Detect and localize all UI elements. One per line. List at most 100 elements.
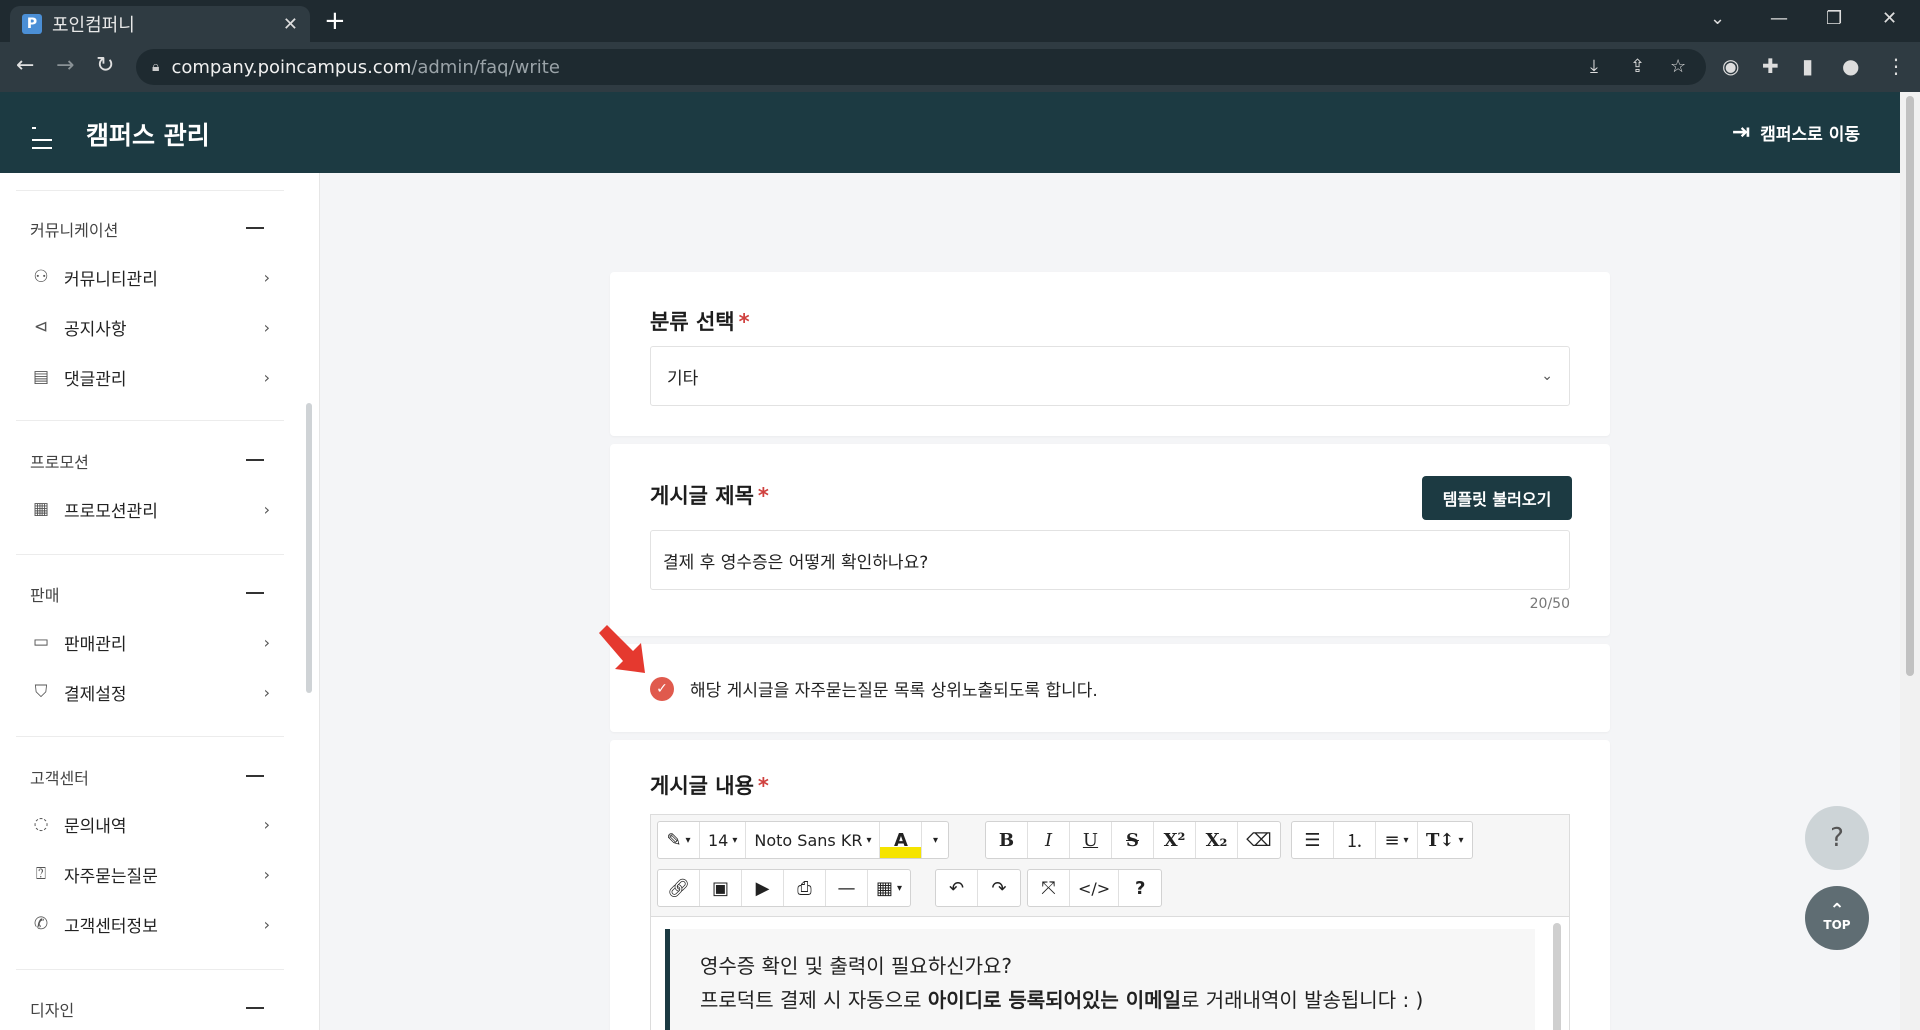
- chevron-right-icon: ›: [263, 367, 270, 387]
- chevron-right-icon: ›: [263, 864, 270, 884]
- collapse-icon[interactable]: [246, 1007, 264, 1009]
- align-button[interactable]: ≡ ▾: [1376, 822, 1418, 858]
- collapse-icon[interactable]: [246, 227, 264, 229]
- fullscreen-button[interactable]: ⤧: [1028, 870, 1070, 906]
- editor-scrollbar[interactable]: [1553, 923, 1561, 1030]
- reload-icon[interactable]: ↻: [96, 54, 114, 78]
- link-icon: 🔗︎: [667, 877, 690, 899]
- new-tab-icon[interactable]: +: [324, 8, 346, 34]
- sidebar-item-label: 판매관리: [64, 634, 127, 655]
- undo-button[interactable]: ↶: [936, 870, 978, 906]
- sidebar-item-community[interactable]: ⚇ 커뮤니티관리 ›: [30, 262, 270, 292]
- load-template-button[interactable]: 템플릿 불러오기: [1422, 476, 1572, 520]
- highlight-dropdown-button[interactable]: ▾: [922, 822, 948, 858]
- help-fab-button[interactable]: ?: [1805, 806, 1869, 870]
- pin-card: ✓ 해당 게시글을 자주묻는질문 목록 상위노출되도록 합니다.: [610, 644, 1610, 732]
- collapse-icon[interactable]: [246, 459, 264, 461]
- close-icon[interactable]: ✕: [283, 14, 298, 35]
- sidebar-scrollbar[interactable]: [306, 403, 312, 693]
- page-scrollbar-thumb[interactable]: [1906, 96, 1914, 676]
- share-icon[interactable]: ⇪: [1630, 49, 1645, 85]
- clear-format-button[interactable]: ⌫: [1238, 822, 1280, 858]
- address-bar[interactable]: 🔒︎ company.poincampus.com/admin/faq/writ…: [136, 49, 1706, 85]
- camera-icon[interactable]: ◉: [1722, 54, 1739, 78]
- magic-style-button[interactable]: ✎ ▾: [658, 822, 700, 858]
- editor-body[interactable]: 영수증 확인 및 출력이 필요하신가요? 프로덕트 결제 시 자동으로 아이디로…: [651, 917, 1569, 1030]
- tab-title: 포인컴퍼니: [52, 15, 135, 36]
- megaphone-icon: ⊲: [33, 317, 49, 337]
- back-icon[interactable]: ←: [16, 54, 34, 78]
- window-close-icon[interactable]: ✕: [1882, 8, 1897, 29]
- browser-tab[interactable]: P 포인컴퍼니 ✕: [10, 6, 310, 42]
- category-select[interactable]: 기타 ⌄: [650, 346, 1570, 406]
- superscript-button[interactable]: X²: [1154, 822, 1196, 858]
- font-size-value: 14: [708, 830, 729, 850]
- table-button[interactable]: ▦ ▾: [868, 870, 910, 906]
- checkbox-checked-icon[interactable]: ✓: [650, 676, 674, 701]
- goto-campus-button[interactable]: ⇥ 캠퍼스로 이동: [1732, 120, 1860, 145]
- install-icon[interactable]: ⤓: [1590, 49, 1598, 85]
- forward-icon[interactable]: →: [56, 54, 74, 78]
- profile-icon[interactable]: ●: [1842, 54, 1859, 78]
- video-button[interactable]: ▶: [742, 870, 784, 906]
- toolbar-group-view: ⤧ </> ?: [1027, 869, 1163, 907]
- undo-icon: ↶: [948, 877, 965, 899]
- italic-button[interactable]: I: [1028, 822, 1070, 858]
- title-card: 게시글 제목 * 템플릿 불러오기 결제 후 영수증은 어떻게 확인하나요? 20…: [610, 444, 1610, 636]
- scroll-top-button[interactable]: ⌃ TOP: [1805, 886, 1869, 950]
- collapse-icon[interactable]: [246, 592, 264, 594]
- sidebar-item-faq[interactable]: ⍰ 자주묻는질문 ›: [30, 859, 270, 889]
- image-button[interactable]: ▣: [700, 870, 742, 906]
- help-icon: ?: [1134, 877, 1146, 899]
- redo-button[interactable]: ↷: [978, 870, 1020, 906]
- tab-search-icon[interactable]: ⌄: [1710, 8, 1725, 29]
- sidepanel-icon[interactable]: ▮: [1802, 54, 1813, 78]
- body-text: 프로덕트 결제 시 자동으로: [700, 988, 928, 1012]
- sidebar-divider: [16, 554, 284, 555]
- highlight-icon: A: [894, 829, 908, 851]
- sidebar-item-sales[interactable]: ▭ 판매관리 ›: [30, 627, 270, 657]
- subscript-button[interactable]: X₂: [1196, 822, 1238, 858]
- toolbar-group-style: ✎ ▾ 14 ▾ Noto Sans KR ▾ A ▾: [657, 821, 950, 859]
- bold-button[interactable]: B: [986, 822, 1028, 858]
- sidebar-item-notice[interactable]: ⊲ 공지사항 ›: [30, 312, 270, 342]
- link-button[interactable]: 🔗︎: [658, 870, 700, 906]
- font-size-button[interactable]: 14 ▾: [700, 822, 747, 858]
- sidebar-item-label: 결제설정: [64, 684, 127, 705]
- title-input[interactable]: 결제 후 영수증은 어떻게 확인하나요?: [650, 530, 1570, 590]
- restore-icon[interactable]: ❐: [1826, 8, 1842, 29]
- hamburger-icon[interactable]: [32, 120, 56, 149]
- collapse-icon[interactable]: [246, 775, 264, 777]
- sidebar-item-inquiries[interactable]: ◌ 문의내역 ›: [30, 809, 270, 839]
- minimize-icon[interactable]: —: [1770, 8, 1788, 29]
- pin-checkbox-row[interactable]: ✓ 해당 게시글을 자주묻는질문 목록 상위노출되도록 합니다.: [650, 676, 1098, 701]
- table-icon: ▦: [876, 877, 894, 899]
- sidebar-divider: [16, 969, 284, 970]
- line-height-button[interactable]: T↕ ▾: [1418, 822, 1472, 858]
- goto-campus-label: 캠퍼스로 이동: [1760, 125, 1860, 145]
- sidebar-item-payment[interactable]: ⛉ 결제설정 ›: [30, 677, 270, 707]
- help-circle-icon: ?: [1830, 823, 1844, 853]
- blockquote[interactable]: 영수증 확인 및 출력이 필요하신가요? 프로덕트 결제 시 자동으로 아이디로…: [665, 929, 1535, 1030]
- code-view-button[interactable]: </>: [1070, 870, 1120, 906]
- file-icon: ⎙: [797, 877, 812, 899]
- menu-dots-icon[interactable]: ⋮: [1886, 54, 1906, 78]
- bookmark-star-icon[interactable]: ☆: [1670, 49, 1686, 85]
- extensions-icon[interactable]: ✚: [1762, 54, 1779, 78]
- content-card: 게시글 내용 * ✎ ▾ 14 ▾ Noto Sans KR ▾ A ▾ B I U S…: [610, 740, 1610, 1030]
- page-scrollbar[interactable]: [1900, 92, 1920, 1030]
- phone-icon: ✆: [33, 914, 49, 934]
- bullet-list-button[interactable]: ☰: [1292, 822, 1334, 858]
- underline-button[interactable]: U: [1070, 822, 1112, 858]
- ordered-list-button[interactable]: ⒈: [1334, 822, 1376, 858]
- chevron-right-icon: ›: [263, 317, 270, 337]
- font-family-button[interactable]: Noto Sans KR ▾: [746, 822, 881, 858]
- sidebar-item-comments[interactable]: ▤ 댓글관리 ›: [30, 362, 270, 392]
- sidebar-item-promotion[interactable]: ▦ 프로모션관리 ›: [30, 494, 270, 524]
- highlight-color-button[interactable]: A: [880, 822, 923, 858]
- help-button[interactable]: ?: [1119, 870, 1161, 906]
- strikethrough-button[interactable]: S: [1112, 822, 1154, 858]
- sidebar-item-support-info[interactable]: ✆ 고객센터정보 ›: [30, 909, 270, 939]
- horizontal-rule-button[interactable]: —: [826, 870, 868, 906]
- file-button[interactable]: ⎙: [784, 870, 826, 906]
